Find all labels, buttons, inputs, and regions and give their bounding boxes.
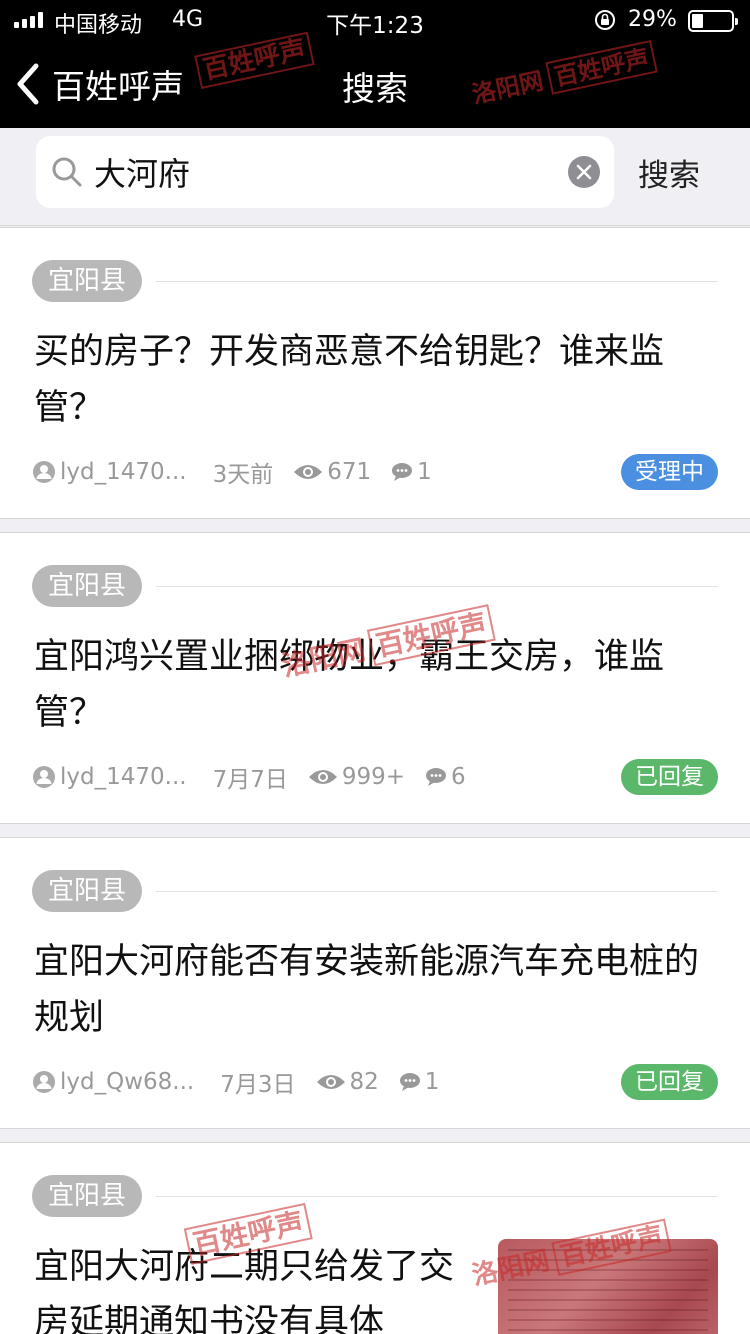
- views: 999+: [308, 764, 405, 790]
- divider: [156, 281, 718, 282]
- user-avatar-icon: [33, 766, 55, 788]
- author: lyd_1470...: [32, 459, 187, 485]
- search-icon: [52, 157, 82, 187]
- post-title[interactable]: 买的房子？开发商恶意不给钥匙？谁来监管？: [34, 324, 714, 436]
- post-meta: lyd_Qw68... 7月3日 82 1: [32, 1064, 459, 1100]
- speech-bubble-icon: [399, 1073, 420, 1091]
- comments-count: 6: [451, 764, 466, 790]
- battery-fill: [692, 14, 703, 28]
- search-input[interactable]: [94, 146, 554, 198]
- status-bar: 中国移动 4G 下午1:23 29%: [0, 0, 750, 40]
- search-submit-button[interactable]: 搜索: [638, 150, 700, 195]
- search-bar: 搜索: [0, 128, 750, 226]
- clear-search-button[interactable]: [568, 156, 600, 188]
- comments-count: 1: [424, 1069, 440, 1095]
- region-tag: 宜阳县: [32, 1175, 143, 1217]
- post-time: 7月3日: [220, 1065, 295, 1099]
- region-tag: 宜阳县: [32, 260, 143, 302]
- divider: [156, 891, 718, 892]
- comments: 1: [399, 1069, 440, 1095]
- post-card[interactable]: 宜阳县 宜阳大河府能否有安装新能源汽车充电桩的规划 lyd_Qw68... 7月…: [0, 837, 750, 1129]
- time-text: 7月3日: [220, 1072, 296, 1098]
- comments: 1: [391, 459, 432, 485]
- thumbnail-document-texture: [508, 1249, 708, 1334]
- battery-percent: 29%: [628, 7, 677, 32]
- status-badge: 受理中: [621, 454, 718, 490]
- search-box[interactable]: [36, 136, 614, 208]
- user-avatar-icon: [33, 461, 55, 483]
- author-name: lyd_1470...: [60, 764, 187, 790]
- user-avatar-icon: [33, 1071, 55, 1093]
- speech-bubble-icon: [426, 768, 447, 786]
- time-text: 3天前: [212, 462, 274, 488]
- author: lyd_Qw68...: [32, 1069, 194, 1095]
- views-count: 671: [327, 459, 372, 485]
- post-card[interactable]: 宜阳县 买的房子？开发商恶意不给钥匙？谁来监管？ lyd_1470... 3天前…: [0, 227, 750, 519]
- post-card[interactable]: 宜阳县 宜阳大河府二期只给发了交房延期通知书没有具体 百姓呼声 洛阳网 百姓呼声: [0, 1142, 750, 1334]
- battery-icon: [688, 10, 738, 32]
- divider: [156, 1196, 718, 1197]
- time-text: 7月7日: [212, 767, 288, 793]
- eye-icon: [308, 770, 337, 784]
- page-title: 搜索: [342, 69, 408, 108]
- author-name: lyd_Qw68...: [60, 1069, 195, 1095]
- region-tag: 宜阳县: [32, 870, 143, 912]
- post-title[interactable]: 宜阳大河府二期只给发了交房延期通知书没有具体: [34, 1239, 474, 1334]
- eye-icon: [294, 465, 323, 479]
- comments: 6: [425, 764, 466, 790]
- post-time: 7月7日: [213, 760, 288, 794]
- views-count: 82: [349, 1069, 379, 1095]
- top-bar: 中国移动 4G 下午1:23 29% 百姓呼声 搜索 百姓呼声 洛阳网 百姓呼声: [0, 0, 750, 128]
- eye-icon: [316, 1075, 345, 1089]
- post-title[interactable]: 宜阳大河府能否有安装新能源汽车充电桩的规划: [34, 934, 714, 1046]
- comments-count: 1: [417, 459, 432, 485]
- author: lyd_1470...: [32, 764, 187, 790]
- divider: [156, 586, 718, 587]
- status-badge: 已回复: [621, 1064, 718, 1100]
- views: 671: [293, 459, 371, 485]
- status-badge: 已回复: [621, 759, 718, 795]
- battery-tip: [735, 18, 738, 25]
- close-icon: [576, 164, 592, 180]
- post-thumbnail[interactable]: [498, 1239, 718, 1334]
- post-card[interactable]: 宜阳县 宜阳鸿兴置业捆绑物业，霸王交房，谁监管？ lyd_1470... 7月7…: [0, 532, 750, 824]
- post-time: 3天前: [213, 455, 274, 489]
- author-name: lyd_1470...: [60, 459, 187, 485]
- region-tag: 宜阳县: [32, 565, 143, 607]
- rotation-lock-icon: [595, 10, 615, 30]
- views-count: 999+: [341, 764, 406, 790]
- post-meta: lyd_1470... 3天前 671 1: [32, 454, 452, 490]
- post-title[interactable]: 宜阳鸿兴置业捆绑物业，霸王交房，谁监管？: [34, 629, 714, 741]
- speech-bubble-icon: [392, 463, 413, 481]
- views: 82: [316, 1069, 379, 1095]
- post-meta: lyd_1470... 7月7日 999+ 6: [32, 759, 486, 795]
